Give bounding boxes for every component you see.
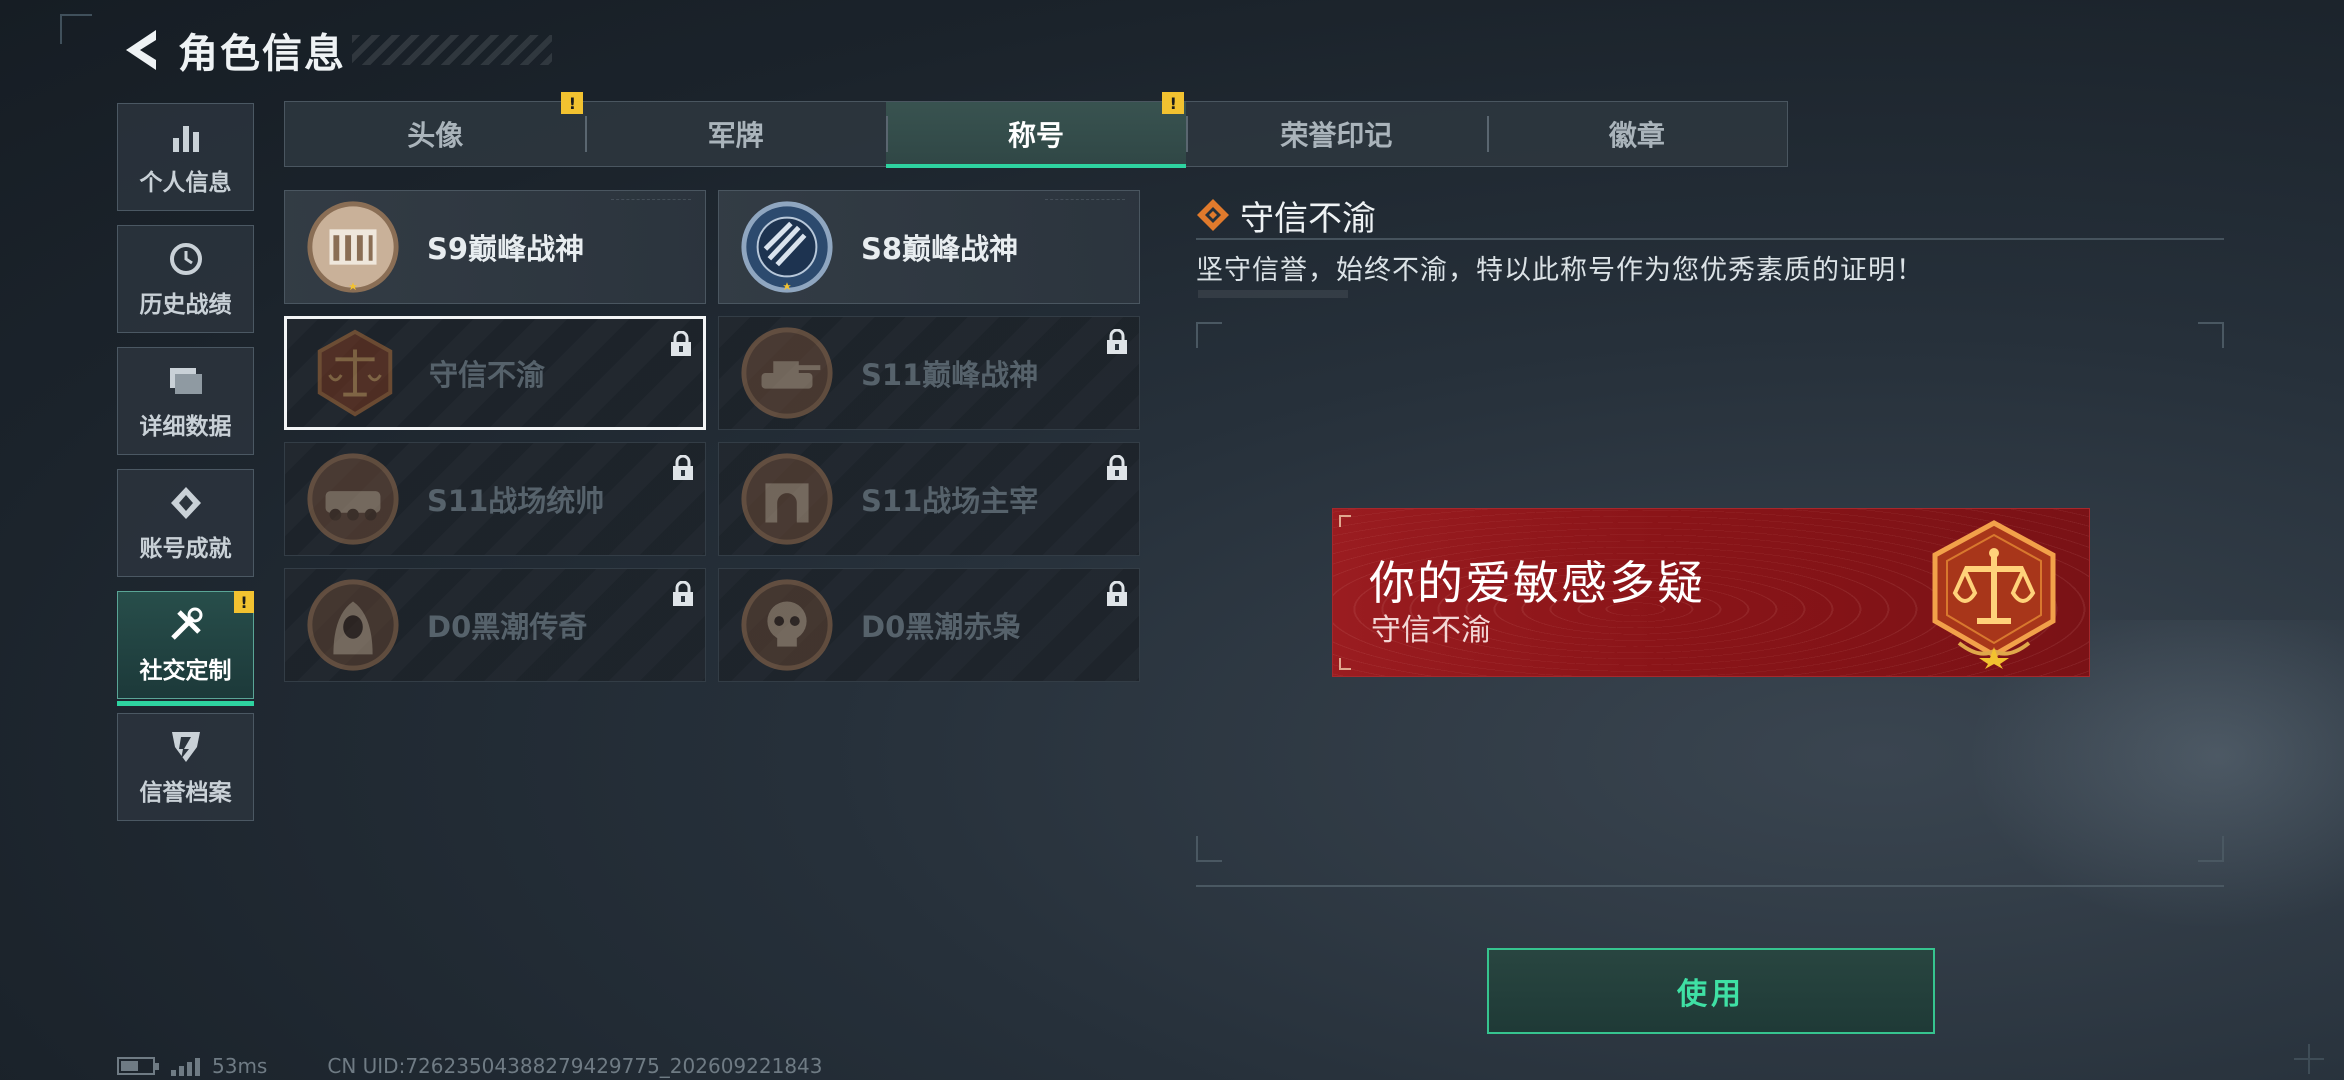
corner-bracket	[1339, 515, 1351, 527]
medal-icon	[166, 483, 206, 523]
back-button[interactable]	[118, 25, 164, 75]
blue-emblem-badge-icon	[737, 197, 837, 297]
status-bar: 53ms CN UID:7262350438827942977​5_202609…	[117, 1054, 823, 1078]
history-clock-icon	[166, 239, 206, 279]
corner-bracket	[2198, 322, 2224, 348]
signal-icon	[171, 1056, 200, 1076]
title-decoration	[352, 35, 552, 65]
sidebar-item-personal-info[interactable]: 个人信息	[117, 103, 254, 211]
title-name: D0黑潮传奇	[427, 610, 588, 644]
tab-dog-tag[interactable]: 军牌	[585, 102, 885, 166]
user-uid: CN UID:7262350438827942977​5_20260922184…	[327, 1054, 823, 1078]
tab-label: 军牌	[707, 119, 764, 152]
detail-description: 坚守信誉，始终不渝，特以此称号作为您优秀素质的证明！	[1196, 255, 1924, 286]
tank-badge-icon	[737, 323, 837, 423]
sidebar-item-label: 社交定制	[139, 658, 232, 684]
sidebar-item-label: 个人信息	[139, 170, 232, 196]
title-card[interactable]: S8巅峰战神	[718, 190, 1140, 304]
corner-bracket	[1339, 658, 1351, 670]
lock-icon	[1107, 329, 1127, 354]
player-nickname: 你的爱敏感多疑	[1369, 556, 1705, 610]
back-arrow-icon	[126, 30, 156, 70]
corner-bracket	[1196, 322, 1222, 348]
title-name: S8巅峰战神	[861, 232, 1019, 266]
detail-header: 守信不渝	[1196, 192, 2224, 240]
sidebar-item-label: 历史战绩	[139, 292, 232, 318]
lock-icon	[673, 581, 693, 606]
title-name: 守信不渝	[429, 358, 546, 392]
vehicle-badge-icon	[303, 449, 403, 549]
skull-badge-icon	[737, 575, 837, 675]
card-decoration	[1045, 199, 1125, 202]
sidebar-item-achievements[interactable]: 账号成就	[117, 469, 254, 577]
tab-emblem[interactable]: 徽章	[1486, 102, 1787, 166]
sidebar-item-label: 账号成就	[139, 536, 232, 562]
tab-honor-mark[interactable]: 荣誉印记	[1186, 102, 1486, 166]
sidebar-item-social-custom[interactable]: 社交定制 !	[117, 591, 254, 706]
title-card[interactable]: S11战场统帅	[284, 442, 706, 556]
sidebar-item-credit-record[interactable]: 信誉档案	[117, 713, 254, 821]
title-card[interactable]: S11巅峰战神	[718, 316, 1140, 430]
hooded-figure-badge-icon	[303, 575, 403, 675]
lock-icon	[673, 455, 693, 480]
scales-badge-icon	[305, 323, 405, 423]
fortress-badge-icon	[303, 197, 403, 297]
folder-icon	[166, 361, 206, 401]
diamond-icon	[1197, 199, 1229, 231]
tab-label: 荣誉印记	[1280, 119, 1393, 152]
description-decoration	[1198, 290, 1348, 298]
title-name: S9巅峰战神	[427, 232, 585, 266]
tools-icon	[166, 605, 206, 645]
banner-title: 守信不渝	[1371, 613, 1491, 648]
arch-badge-icon	[737, 449, 837, 549]
tab-label: 称号	[1008, 119, 1065, 152]
corner-crosshair-icon	[2294, 1044, 2324, 1074]
title-card[interactable]: 守信不渝	[284, 316, 706, 430]
title-name: S11战场主宰	[861, 484, 1039, 518]
lock-icon	[1107, 581, 1127, 606]
scales-emblem-icon	[1932, 520, 2056, 669]
title-card[interactable]: D0黑潮赤枭	[718, 568, 1140, 682]
corner-bracket	[1196, 836, 1222, 862]
lock-icon	[1107, 455, 1127, 480]
tab-label: 徽章	[1608, 119, 1665, 152]
title-card[interactable]: S9巅峰战神	[284, 190, 706, 304]
sidebar-item-label: 详细数据	[139, 414, 232, 440]
tab-label: 头像	[407, 119, 464, 152]
tab-title[interactable]: 称号 !	[885, 92, 1187, 168]
battery-icon	[117, 1057, 159, 1075]
title-card[interactable]: S11战场主宰	[718, 442, 1140, 556]
sidebar-item-history[interactable]: 历史战绩	[117, 225, 254, 333]
divider	[1196, 885, 2224, 887]
warning-badge: !	[1162, 92, 1185, 114]
warning-badge: !	[561, 92, 584, 114]
title-name: S11战场统帅	[427, 484, 605, 518]
ping-value: 53ms	[212, 1054, 268, 1078]
title-preview-banner: 你的爱敏感多疑 守信不渝	[1332, 508, 2090, 677]
battery-level	[121, 1061, 138, 1071]
title-name: S11巅峰战神	[861, 358, 1039, 392]
sidebar-item-detail-data[interactable]: 详细数据	[117, 347, 254, 455]
detail-title: 守信不渝	[1240, 198, 1376, 239]
title-card[interactable]: D0黑潮传奇	[284, 568, 706, 682]
page-header: 角色信息	[118, 20, 552, 80]
lock-icon	[671, 331, 691, 356]
bar-chart-icon	[166, 117, 206, 157]
title-grid: S9巅峰战神 S8巅峰战神 守信不渝 S11巅峰战神 S11战场统帅 S11战场	[284, 190, 1140, 682]
page-title: 角色信息	[178, 31, 346, 77]
corner-bracket	[2198, 836, 2224, 862]
sidebar-item-label: 信誉档案	[139, 780, 232, 806]
title-name: D0黑潮赤枭	[861, 610, 1022, 644]
shield-icon	[166, 727, 206, 767]
sidebar: 个人信息 历史战绩 详细数据 账号成就 社交定制 ! 信誉档案	[117, 103, 254, 835]
category-tabs: 头像 ! 军牌 称号 ! 荣誉印记 徽章	[284, 92, 1788, 168]
warning-badge: !	[234, 591, 254, 613]
card-decoration	[611, 199, 691, 202]
use-button[interactable]: 使用	[1487, 948, 1935, 1034]
tab-avatar[interactable]: 头像 !	[285, 92, 585, 166]
corner-bracket	[60, 14, 92, 44]
